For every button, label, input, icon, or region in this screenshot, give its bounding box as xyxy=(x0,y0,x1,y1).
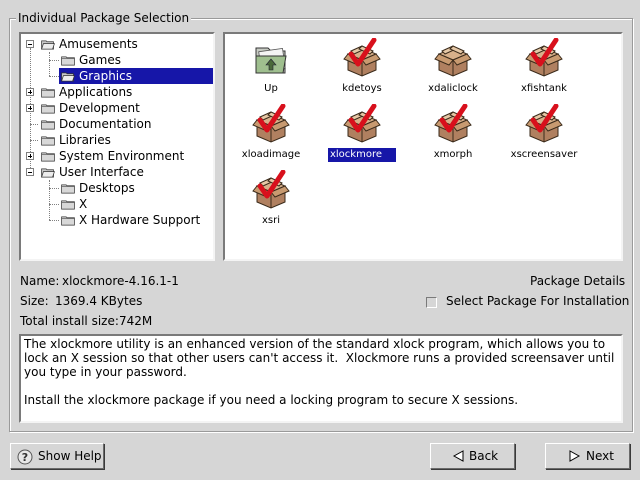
expand-icon[interactable] xyxy=(26,88,34,96)
tree-connector-line xyxy=(49,76,59,77)
tree-item[interactable]: X xyxy=(21,196,213,212)
tree-item[interactable]: Development xyxy=(21,100,213,116)
tree-item-label: X xyxy=(79,197,88,211)
next-label: Next xyxy=(586,449,614,463)
collapse-icon[interactable] xyxy=(26,40,34,48)
package-item[interactable]: xlockmore xyxy=(316,104,408,163)
show-help-button[interactable]: ? Show Help xyxy=(10,443,104,469)
back-label: Back xyxy=(469,449,499,463)
folder-icon xyxy=(61,200,75,210)
folder-open-icon xyxy=(61,72,75,82)
select-package-label[interactable]: Select Package For Installation xyxy=(446,293,629,309)
size-value: 1369.4 KBytes xyxy=(55,294,143,308)
tree-item[interactable]: Games xyxy=(21,52,213,68)
total-size-label: Total install size: xyxy=(20,314,119,328)
package-item-label: xloadimage xyxy=(241,149,301,160)
package-item-label: xlockmore xyxy=(326,147,398,163)
folder-icon xyxy=(41,136,55,146)
svg-text:?: ? xyxy=(22,451,28,464)
folder-icon xyxy=(41,120,55,130)
next-button[interactable]: Next xyxy=(545,443,630,469)
folder-icon xyxy=(61,56,75,66)
folder-open-icon xyxy=(41,168,55,178)
package-description: The xlockmore utility is an enhanced ver… xyxy=(19,334,623,423)
arrow-left-icon xyxy=(452,450,464,462)
tree-item[interactable]: Desktops xyxy=(21,180,213,196)
folder-icon xyxy=(61,184,75,194)
expand-icon[interactable] xyxy=(26,152,34,160)
package-item[interactable]: xscreensaver xyxy=(498,104,590,162)
tree-item[interactable]: Libraries xyxy=(21,132,213,148)
description-text: The xlockmore utility is an enhanced ver… xyxy=(24,337,615,407)
tree-item[interactable]: Documentation xyxy=(21,116,213,132)
package-item[interactable]: xsri xyxy=(225,170,317,228)
tree-item-label: Amusements xyxy=(59,37,138,51)
package-checked-icon xyxy=(225,104,317,144)
package-details-title: Package Details xyxy=(530,274,626,288)
back-button[interactable]: Back xyxy=(430,443,515,469)
package-item[interactable]: kdetoys xyxy=(316,38,408,96)
group-title: Individual Package Selection xyxy=(16,10,192,26)
package-item[interactable]: xdaliclock xyxy=(407,38,499,96)
package-item[interactable]: xmorph xyxy=(407,104,499,162)
tree-item-label: Graphics xyxy=(79,69,132,83)
tree-item[interactable]: X Hardware Support xyxy=(21,212,213,228)
collapse-icon[interactable] xyxy=(26,168,34,176)
package-checked-icon xyxy=(316,38,408,78)
tree-item[interactable]: Amusements xyxy=(21,36,213,52)
help-icon: ? xyxy=(17,449,33,465)
package-item-label: xsri xyxy=(261,215,281,226)
package-icon-view[interactable]: Up kdetoys xdaliclock xfishtank xloadimage xl… xyxy=(223,32,623,261)
folder-icon xyxy=(41,104,55,114)
tree-item-label: Games xyxy=(79,53,121,67)
package-item-label: xfishtank xyxy=(521,83,567,94)
package-checked-icon xyxy=(316,104,408,144)
expand-icon[interactable] xyxy=(26,104,34,112)
name-value: xlockmore-4.16.1-1 xyxy=(62,274,179,288)
package-checked-icon xyxy=(407,104,499,144)
show-help-label: Show Help xyxy=(38,449,102,463)
package-item-label: xdaliclock xyxy=(428,83,478,94)
name-label: Name: xyxy=(20,274,60,288)
package-item[interactable]: xfishtank xyxy=(498,38,590,96)
tree-item-label: System Environment xyxy=(59,149,185,163)
tree-item-label: Documentation xyxy=(59,117,152,131)
tree-item[interactable]: User Interface xyxy=(21,164,213,180)
select-package-checkbox[interactable] xyxy=(426,297,437,308)
package-checked-icon xyxy=(498,104,590,144)
total-size-value: 742M xyxy=(119,314,153,328)
tree-item-label: Desktops xyxy=(79,181,135,195)
tree-item-label: Applications xyxy=(59,85,133,99)
tree-item-label: X Hardware Support xyxy=(79,213,201,227)
folder-open-icon xyxy=(41,40,55,50)
package-item[interactable]: xloadimage xyxy=(225,104,317,162)
tree-item[interactable]: Graphics xyxy=(59,68,213,84)
folder-icon xyxy=(61,216,75,226)
tree-item-label: Libraries xyxy=(59,133,111,147)
package-item-label: xscreensaver xyxy=(510,149,578,160)
arrow-right-icon xyxy=(569,450,581,462)
size-label: Size: xyxy=(20,294,49,308)
package-item-label: xmorph xyxy=(433,149,473,160)
folder-icon xyxy=(41,152,55,162)
package-group-tree[interactable]: Amusements Games Graphics Applications Devel… xyxy=(19,32,215,261)
tree-item[interactable]: System Environment xyxy=(21,148,213,164)
package-checked-icon xyxy=(498,38,590,78)
package-unchecked-icon xyxy=(407,38,499,78)
tree-item-label: Development xyxy=(59,101,140,115)
package-checked-icon xyxy=(225,170,317,210)
folder-up-icon xyxy=(225,38,317,78)
tree-item-label: User Interface xyxy=(59,165,144,179)
tree-item[interactable]: Applications xyxy=(21,84,213,100)
package-item-label: Up xyxy=(264,83,278,94)
folder-icon xyxy=(41,88,55,98)
package-item[interactable]: Up xyxy=(225,38,317,96)
package-item-label: kdetoys xyxy=(342,83,382,94)
